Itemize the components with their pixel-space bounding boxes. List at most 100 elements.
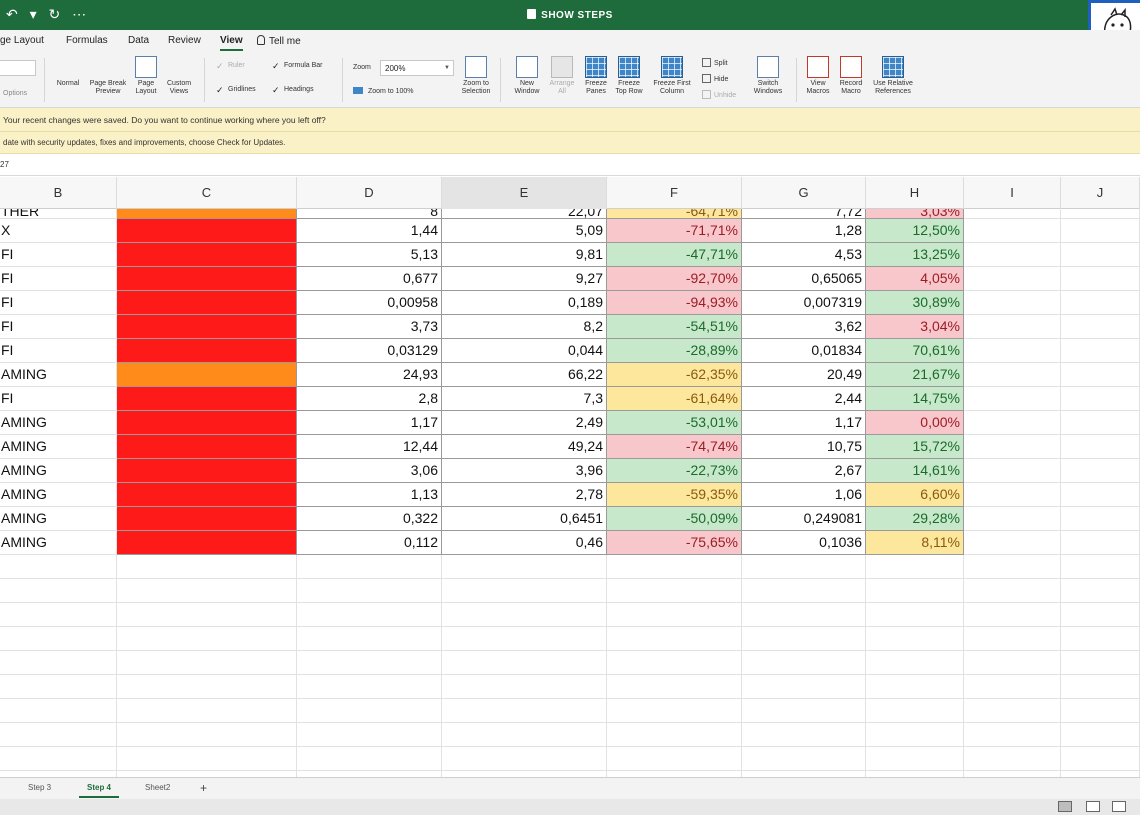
cell-h[interactable]: 3,03% bbox=[866, 209, 964, 219]
cell-i[interactable] bbox=[964, 723, 1061, 747]
cell-d[interactable] bbox=[297, 651, 442, 675]
cell-b[interactable] bbox=[0, 699, 117, 723]
cell-i[interactable] bbox=[964, 627, 1061, 651]
cell-e[interactable]: 7,3 bbox=[442, 387, 607, 411]
cell-c[interactable] bbox=[117, 675, 297, 699]
cell-i[interactable] bbox=[964, 699, 1061, 723]
cell-d[interactable] bbox=[297, 747, 442, 771]
cell-c[interactable] bbox=[117, 627, 297, 651]
cell-i[interactable] bbox=[964, 483, 1061, 507]
cell-b[interactable] bbox=[0, 747, 117, 771]
cell-i[interactable] bbox=[964, 651, 1061, 675]
gridlines-checkbox[interactable]: ✓ Gridlines bbox=[216, 86, 256, 95]
cell-h[interactable]: 21,67% bbox=[866, 363, 964, 387]
unhide-button[interactable]: Unhide bbox=[702, 90, 736, 99]
formula-bar-checkbox[interactable]: ✓ Formula Bar bbox=[272, 62, 323, 71]
cell-b[interactable] bbox=[0, 555, 117, 579]
cell-g[interactable]: 3,62 bbox=[742, 315, 866, 339]
cell-g[interactable]: 1,06 bbox=[742, 483, 866, 507]
cell-e[interactable] bbox=[442, 723, 607, 747]
cell-d[interactable]: 3,06 bbox=[297, 459, 442, 483]
sheet-tab-sheet2[interactable]: Sheet2 bbox=[145, 783, 170, 792]
cell-c[interactable] bbox=[117, 209, 297, 219]
cell-e[interactable]: 0,6451 bbox=[442, 507, 607, 531]
cell-e[interactable] bbox=[442, 747, 607, 771]
cell-e[interactable]: 2,78 bbox=[442, 483, 607, 507]
cell-f[interactable]: -54,51% bbox=[607, 315, 742, 339]
cell-i[interactable] bbox=[964, 555, 1061, 579]
cell-f[interactable] bbox=[607, 555, 742, 579]
cell-d[interactable]: 0,00958 bbox=[297, 291, 442, 315]
cell-c[interactable] bbox=[117, 507, 297, 531]
cell-g[interactable] bbox=[742, 747, 866, 771]
cell-e[interactable]: 49,24 bbox=[442, 435, 607, 459]
cell-c[interactable] bbox=[117, 243, 297, 267]
cell-e[interactable]: 22,07 bbox=[442, 209, 607, 219]
cell-c[interactable] bbox=[117, 267, 297, 291]
cell-h[interactable]: 29,28% bbox=[866, 507, 964, 531]
cell-g[interactable]: 1,28 bbox=[742, 219, 866, 243]
cell-i[interactable] bbox=[964, 675, 1061, 699]
cell-c[interactable] bbox=[117, 435, 297, 459]
cell-j[interactable] bbox=[1061, 747, 1140, 771]
headings-checkbox[interactable]: ✓ Headings bbox=[272, 86, 314, 95]
column-header-j[interactable]: J bbox=[1061, 177, 1140, 209]
cell-j[interactable] bbox=[1061, 435, 1140, 459]
cell-g[interactable]: 0,007319 bbox=[742, 291, 866, 315]
cell-e[interactable]: 5,09 bbox=[442, 219, 607, 243]
cell-h[interactable] bbox=[866, 675, 964, 699]
cell-h[interactable]: 15,72% bbox=[866, 435, 964, 459]
cell-d[interactable]: 2,8 bbox=[297, 387, 442, 411]
cell-j[interactable] bbox=[1061, 507, 1140, 531]
cell-h[interactable] bbox=[866, 627, 964, 651]
cell-f[interactable]: -47,71% bbox=[607, 243, 742, 267]
cell-d[interactable]: 1,44 bbox=[297, 219, 442, 243]
column-header-h[interactable]: H bbox=[866, 177, 964, 209]
cell-d[interactable]: 8 bbox=[297, 209, 442, 219]
cell-j[interactable] bbox=[1061, 291, 1140, 315]
cell-d[interactable]: 1,17 bbox=[297, 411, 442, 435]
cell-f[interactable]: -94,93% bbox=[607, 291, 742, 315]
cell-e[interactable] bbox=[442, 675, 607, 699]
cell-i[interactable] bbox=[964, 459, 1061, 483]
cell-i[interactable] bbox=[964, 747, 1061, 771]
cell-j[interactable] bbox=[1061, 411, 1140, 435]
tab-formulas[interactable]: Formulas bbox=[66, 35, 108, 46]
cell-c[interactable] bbox=[117, 699, 297, 723]
cell-j[interactable] bbox=[1061, 603, 1140, 627]
tab-data[interactable]: Data bbox=[128, 35, 149, 46]
cell-d[interactable]: 1,13 bbox=[297, 483, 442, 507]
freeze-top-row-button[interactable]: Freeze Top Row bbox=[612, 56, 646, 96]
cell-b[interactable]: THER bbox=[0, 209, 117, 219]
cell-i[interactable] bbox=[964, 339, 1061, 363]
view-macros-button[interactable]: View Macros bbox=[802, 56, 834, 96]
cell-h[interactable]: 8,11% bbox=[866, 531, 964, 555]
cell-h[interactable]: 12,50% bbox=[866, 219, 964, 243]
cell-c[interactable] bbox=[117, 555, 297, 579]
cell-h[interactable] bbox=[866, 651, 964, 675]
freeze-first-column-button[interactable]: Freeze First Column bbox=[648, 56, 696, 96]
cell-h[interactable] bbox=[866, 603, 964, 627]
cell-j[interactable] bbox=[1061, 315, 1140, 339]
cell-b[interactable]: FI bbox=[0, 387, 117, 411]
worksheet-grid[interactable]: BCDEFGHIJ THER 8 22,07 -64,71% 7,72 3,03% X 1,… bbox=[0, 177, 1140, 777]
cell-h[interactable]: 14,75% bbox=[866, 387, 964, 411]
cell-d[interactable] bbox=[297, 603, 442, 627]
cell-g[interactable]: 0,01834 bbox=[742, 339, 866, 363]
cell-f[interactable] bbox=[607, 699, 742, 723]
cell-f[interactable]: -22,73% bbox=[607, 459, 742, 483]
cell-h[interactable] bbox=[866, 747, 964, 771]
cell-c[interactable] bbox=[117, 339, 297, 363]
cell-d[interactable]: 0,677 bbox=[297, 267, 442, 291]
cell-e[interactable] bbox=[442, 699, 607, 723]
cell-g[interactable] bbox=[742, 555, 866, 579]
hide-button[interactable]: Hide bbox=[702, 74, 728, 83]
cell-g[interactable] bbox=[742, 603, 866, 627]
cell-b[interactable]: AMING bbox=[0, 483, 117, 507]
cell-j[interactable] bbox=[1061, 579, 1140, 603]
cell-c[interactable] bbox=[117, 459, 297, 483]
cell-d[interactable] bbox=[297, 675, 442, 699]
cell-e[interactable] bbox=[442, 627, 607, 651]
cell-i[interactable] bbox=[964, 531, 1061, 555]
cell-g[interactable] bbox=[742, 627, 866, 651]
